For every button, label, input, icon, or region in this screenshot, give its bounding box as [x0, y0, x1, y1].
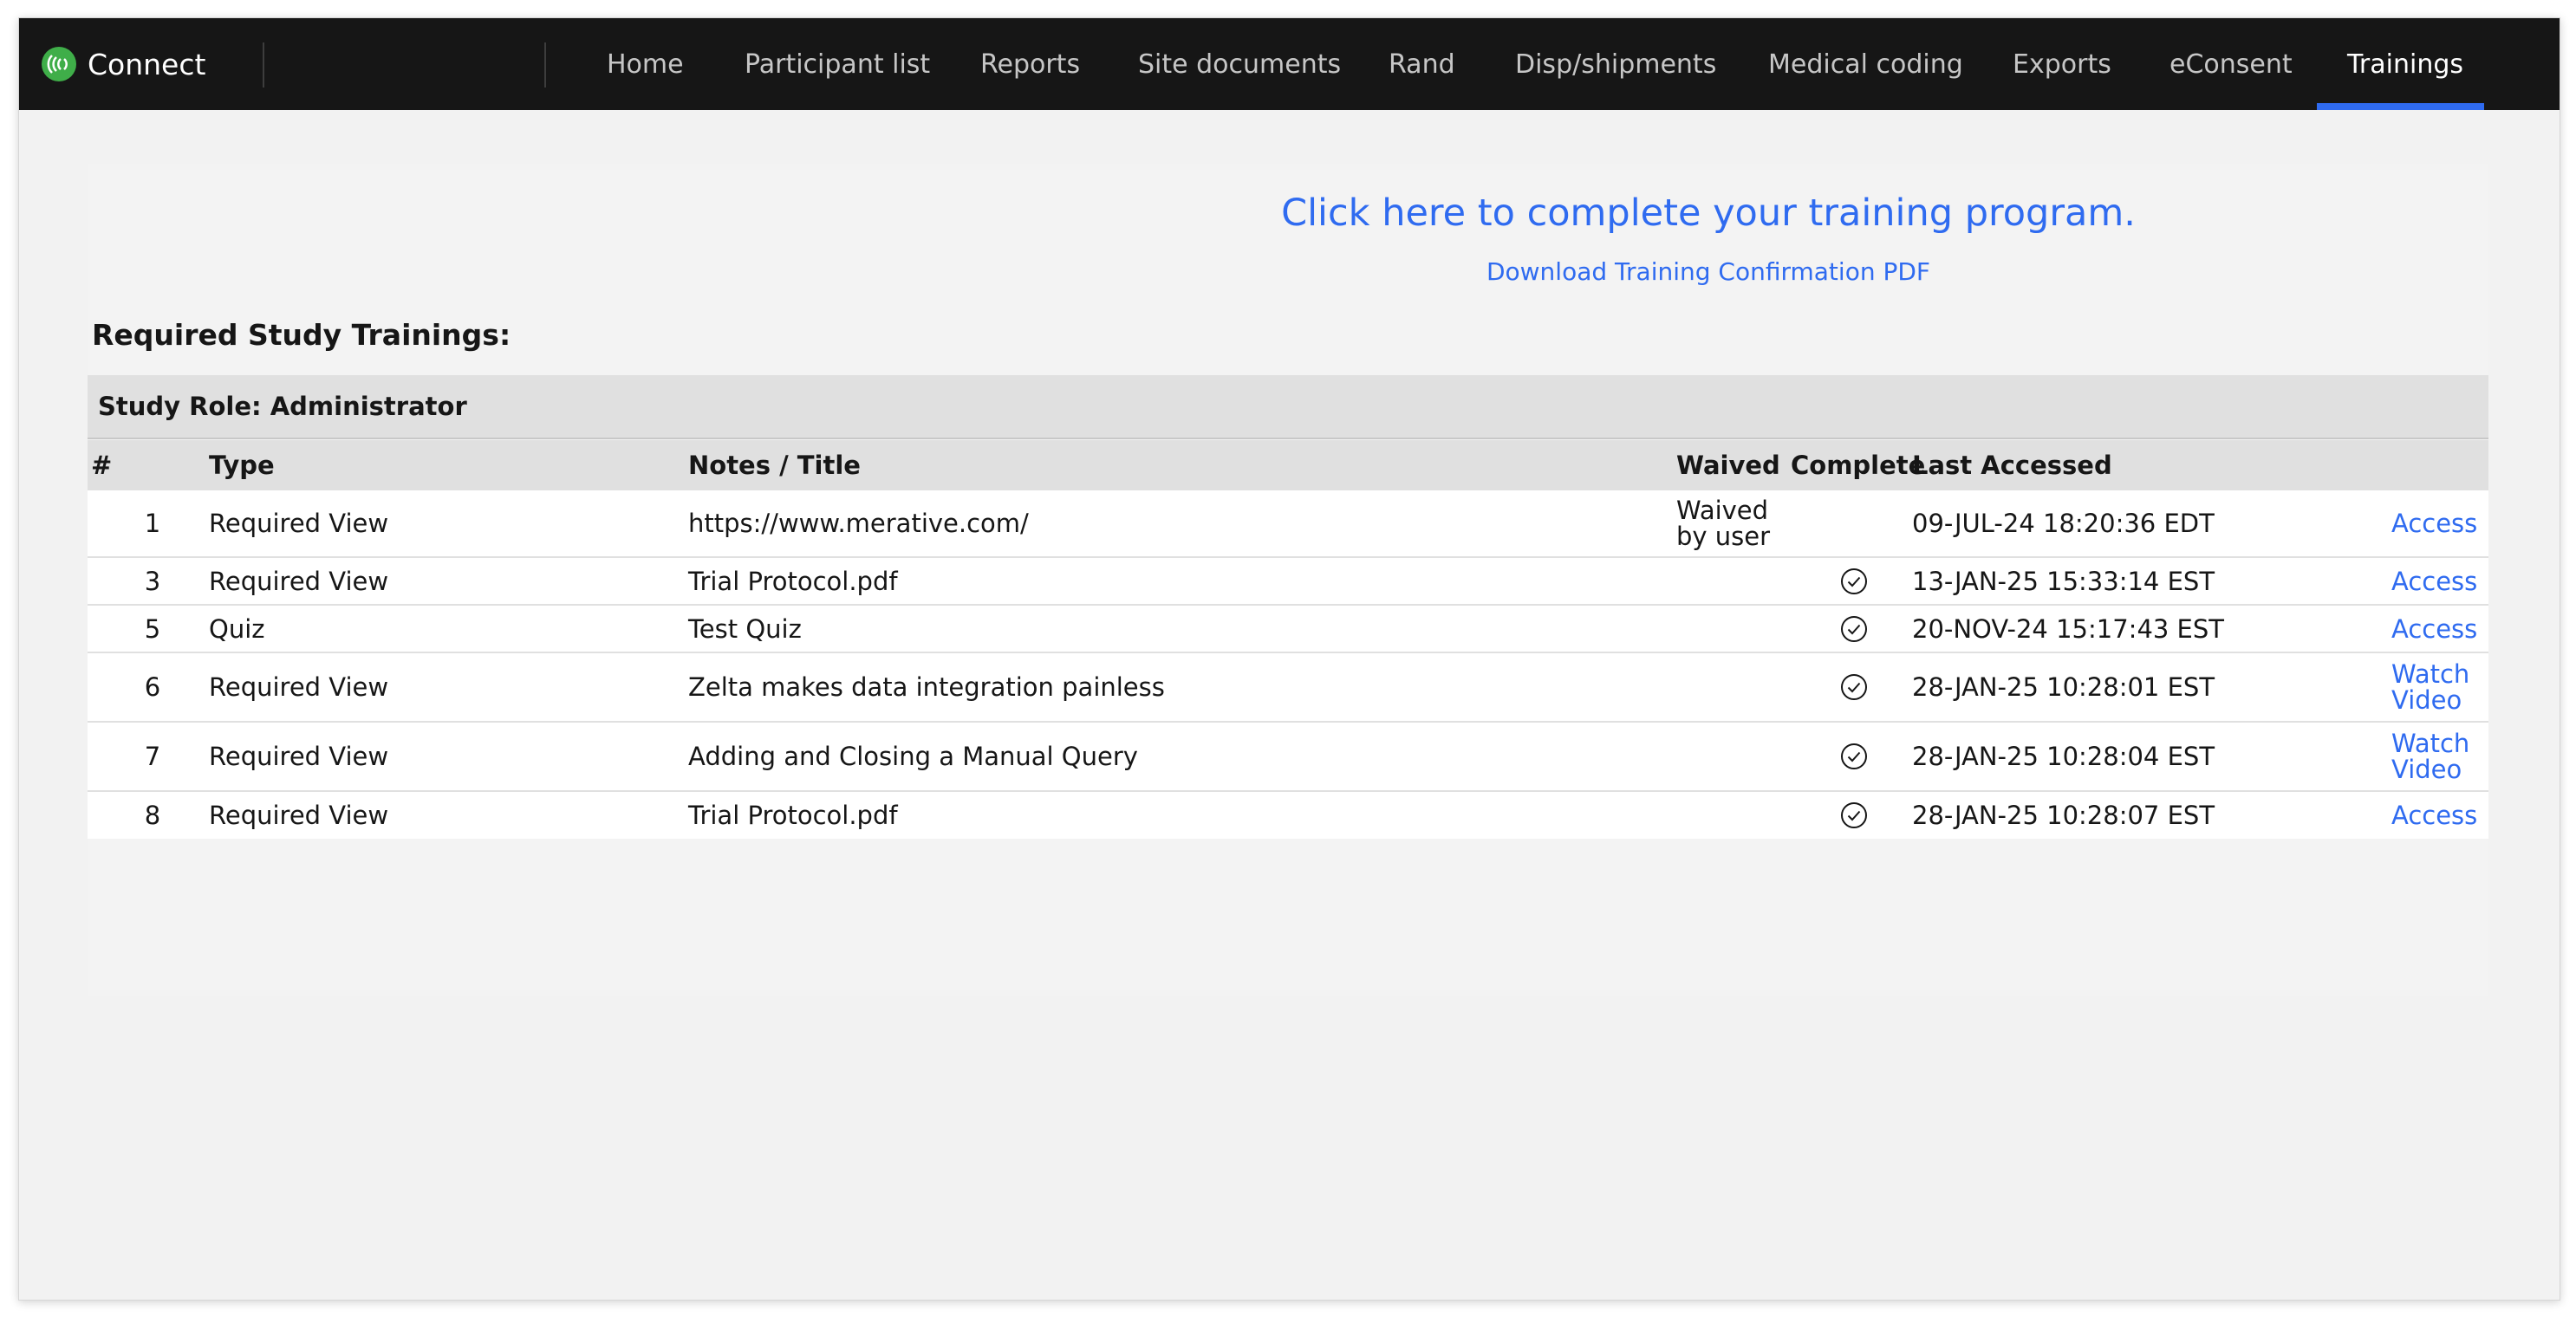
- complete-check: [1828, 723, 1880, 790]
- section-title: Required Study Trainings:: [92, 318, 511, 352]
- study-role-label: Study Role: Administrator: [98, 392, 467, 421]
- active-tab-indicator: [2317, 103, 2484, 110]
- table-header: # Type Notes / Title Waived Complete Las…: [88, 440, 2488, 490]
- nav-item-participant-list[interactable]: Participant list: [745, 18, 930, 110]
- col-header-title: Notes / Title: [688, 451, 861, 480]
- app-name: Connect: [88, 47, 206, 81]
- table-row: 8 Required View Trial Protocol.pdf 28-JA…: [88, 792, 2488, 839]
- watch-video-link[interactable]: Watch Video: [2391, 653, 2487, 721]
- row-last-accessed: 09-JUL-24 18:20:36 EDT: [1912, 509, 2215, 538]
- col-header-type: Type: [209, 451, 275, 480]
- row-num: 7: [144, 742, 161, 771]
- row-type: Required View: [209, 509, 389, 538]
- nav-divider: [544, 42, 546, 88]
- top-nav: Connect Home Participant list Reports Si…: [19, 18, 2560, 110]
- watch-video-link[interactable]: Watch Video: [2391, 723, 2487, 790]
- row-last-accessed: 28-JAN-25 10:28:01 EST: [1912, 672, 2215, 702]
- access-link[interactable]: Access: [2391, 606, 2487, 652]
- access-link[interactable]: Access: [2391, 792, 2487, 839]
- table-row: 5 Quiz Test Quiz 20-NOV-24 15:17:43 EST …: [88, 606, 2488, 653]
- col-header-last-accessed: Last Accessed: [1912, 451, 2112, 480]
- row-num: 6: [144, 672, 161, 702]
- access-link[interactable]: Access: [2391, 558, 2487, 604]
- download-confirmation-pdf-link[interactable]: Download Training Confirmation PDF: [1128, 257, 2289, 286]
- row-title: Adding and Closing a Manual Query: [688, 742, 1138, 771]
- col-header-waived: Waived: [1676, 451, 1780, 480]
- checkmark-circle-icon: [1841, 802, 1867, 828]
- training-table-body: 1 Required View https://www.merative.com…: [88, 490, 2488, 839]
- complete-check: [1828, 653, 1880, 721]
- complete-check: [1828, 792, 1880, 839]
- study-role-header: Study Role: Administrator: [88, 375, 2488, 439]
- row-last-accessed: 20-NOV-24 15:17:43 EST: [1912, 613, 2225, 644]
- col-header-complete: Complete: [1791, 451, 1926, 480]
- nav-item-site-documents[interactable]: Site documents: [1138, 18, 1341, 110]
- complete-check: [1828, 558, 1880, 604]
- col-header-num: #: [91, 451, 113, 480]
- row-num: 1: [144, 509, 161, 538]
- nav-item-rand[interactable]: Rand: [1389, 18, 1455, 110]
- row-last-accessed: 28-JAN-25 10:28:07 EST: [1912, 801, 2215, 830]
- row-type: Required View: [209, 801, 389, 830]
- row-title: Trial Protocol.pdf: [688, 566, 898, 596]
- table-row: 1 Required View https://www.merative.com…: [88, 490, 2488, 558]
- nav-item-home[interactable]: Home: [607, 18, 684, 110]
- checkmark-circle-icon: [1841, 743, 1867, 769]
- nav-item-reports[interactable]: Reports: [980, 18, 1080, 110]
- app-window: Connect Home Participant list Reports Si…: [18, 17, 2560, 1301]
- nav-item-exports[interactable]: Exports: [2013, 18, 2111, 110]
- row-last-accessed: 13-JAN-25 15:33:14 EST: [1912, 566, 2215, 596]
- nav-item-medical-coding[interactable]: Medical coding: [1768, 18, 1963, 110]
- table-row: 3 Required View Trial Protocol.pdf 13-JA…: [88, 558, 2488, 606]
- row-type: Required View: [209, 566, 389, 596]
- nav-divider: [263, 42, 264, 88]
- row-title: https://www.merative.com/: [688, 509, 1029, 538]
- row-num: 3: [144, 566, 161, 596]
- brand[interactable]: Connect: [41, 44, 205, 84]
- row-title: Trial Protocol.pdf: [688, 801, 898, 830]
- row-type: Required View: [209, 742, 389, 771]
- checkmark-circle-icon: [1841, 615, 1867, 642]
- row-type: Quiz: [209, 613, 265, 644]
- row-waived: Waived by user: [1676, 496, 1771, 551]
- table-row: 7 Required View Adding and Closing a Man…: [88, 723, 2488, 792]
- checkmark-circle-icon: [1841, 674, 1867, 700]
- complete-training-link[interactable]: Click here to complete your training pro…: [1128, 191, 2289, 235]
- nav-item-disp-shipments[interactable]: Disp/shipments: [1515, 18, 1716, 110]
- row-last-accessed: 28-JAN-25 10:28:04 EST: [1912, 742, 2215, 771]
- checkmark-circle-icon: [1841, 568, 1867, 594]
- complete-check: [1828, 606, 1880, 652]
- nav-item-econsent[interactable]: eConsent: [2169, 18, 2293, 110]
- row-type: Required View: [209, 672, 389, 702]
- row-title: Zelta makes data integration painless: [688, 672, 1165, 702]
- connect-logo-icon: [42, 47, 76, 81]
- access-link[interactable]: Access: [2391, 490, 2487, 556]
- row-title: Test Quiz: [688, 613, 802, 644]
- row-num: 8: [144, 801, 161, 830]
- row-num: 5: [144, 613, 161, 644]
- table-row: 6 Required View Zelta makes data integra…: [88, 653, 2488, 723]
- nav-item-trainings[interactable]: Trainings: [2347, 18, 2463, 110]
